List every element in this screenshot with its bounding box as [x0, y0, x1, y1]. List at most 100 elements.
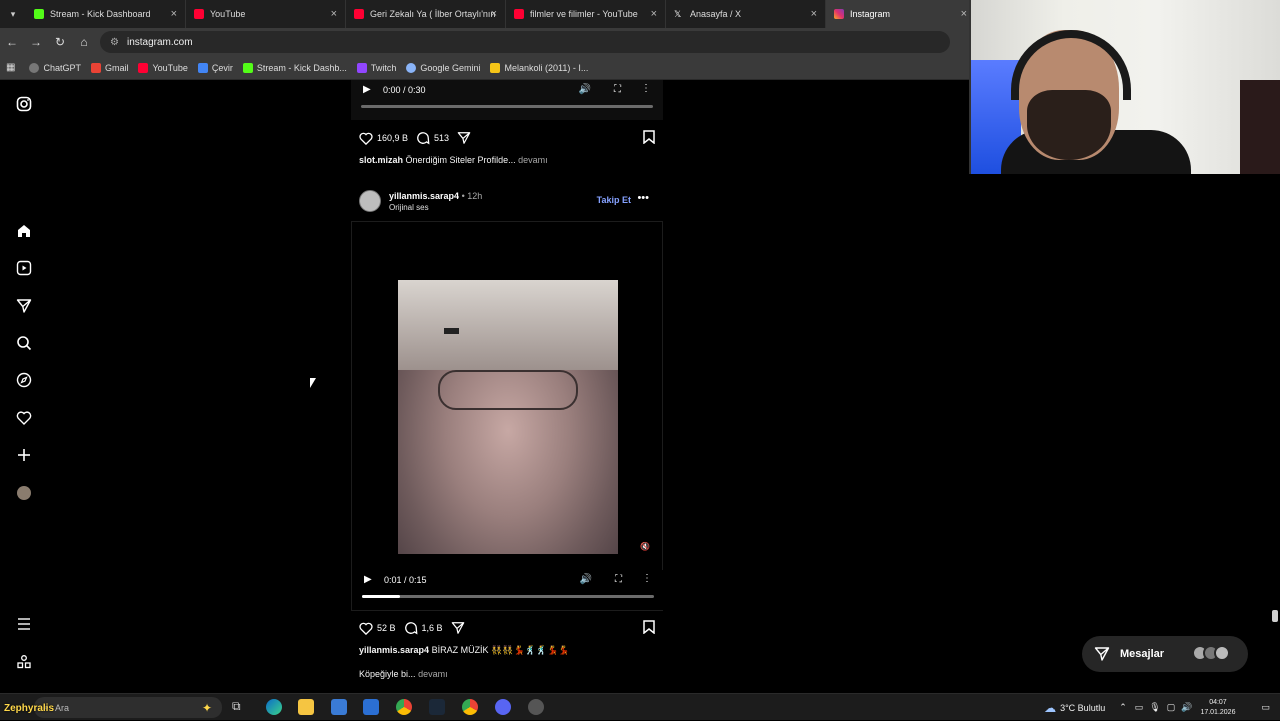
create-plus-icon[interactable]	[14, 445, 34, 465]
scroll-thumb[interactable]	[1272, 610, 1278, 622]
chrome-icon[interactable]	[396, 699, 412, 715]
close-icon[interactable]: ×	[491, 8, 497, 20]
network-icon[interactable]: ▢	[1167, 702, 1176, 713]
close-icon[interactable]: ×	[171, 8, 177, 20]
instagram-logo-icon[interactable]	[14, 94, 34, 114]
caption-username[interactable]: slot.mizah	[359, 155, 403, 165]
bookmark-kick[interactable]: Stream - Kick Dashb...	[242, 62, 347, 73]
steam-icon[interactable]	[429, 699, 445, 715]
reload-button[interactable]: ↻	[48, 30, 72, 54]
play-icon[interactable]: ▶	[364, 574, 372, 585]
comment-icon	[417, 132, 430, 145]
tab-search-button[interactable]: ▾	[0, 0, 26, 28]
tab-youtube-video[interactable]: Geri Zekalı Ya ( İlber Ortaylı'nın ×	[346, 0, 506, 28]
close-icon[interactable]: ×	[651, 8, 657, 20]
explore-icon[interactable]	[14, 370, 34, 390]
tab-youtube-search[interactable]: filmler ve filimler - YouTube ×	[506, 0, 666, 28]
notification-icon[interactable]: ▭	[1261, 702, 1270, 713]
apps-icon[interactable]: ▦	[6, 62, 15, 73]
profile-avatar[interactable]	[14, 483, 34, 503]
menu-icon[interactable]	[14, 614, 34, 634]
task-view-icon[interactable]: ⧉	[232, 699, 248, 715]
volume-icon[interactable]: 🔊	[580, 574, 592, 585]
close-icon[interactable]: ×	[331, 8, 337, 20]
search-icon[interactable]	[14, 333, 34, 353]
fullscreen-icon[interactable]: ⛶	[614, 84, 621, 95]
mic-icon[interactable]: 🎙	[1149, 702, 1160, 713]
bookmark-label: Gmail	[104, 62, 129, 73]
follow-button[interactable]: Takip Et	[597, 195, 631, 205]
more-options-icon[interactable]: ⋮	[641, 83, 651, 94]
heart-icon	[359, 622, 373, 635]
caption-username[interactable]: yillanmis.sarap4	[359, 645, 429, 655]
tab-youtube[interactable]: YouTube ×	[186, 0, 346, 28]
bookmark-label: YouTube	[152, 62, 188, 73]
notifications-heart-icon[interactable]	[14, 408, 34, 428]
bookmark-translate[interactable]: Çevir	[197, 62, 233, 73]
battery-icon[interactable]: ▭	[1135, 702, 1144, 713]
speaker-icon[interactable]: 🔊	[1181, 702, 1192, 713]
bookmark-twitch[interactable]: Twitch	[356, 62, 396, 73]
discord-icon[interactable]	[495, 699, 511, 715]
chrome-profile-icon[interactable]	[462, 699, 478, 715]
twitch-icon	[356, 62, 367, 73]
share-icon	[451, 622, 464, 634]
comment-button[interactable]: 1,6 B	[404, 621, 443, 635]
more-link[interactable]: devamı	[518, 155, 548, 165]
chevron-up-icon[interactable]: ⌃	[1119, 702, 1127, 713]
reels-icon[interactable]	[14, 258, 34, 278]
site-info-icon[interactable]: ⚙	[110, 37, 119, 48]
tab-label: filmler ve filimler - YouTube	[530, 9, 638, 19]
comment-count: 513	[434, 133, 450, 143]
direct-message-icon[interactable]	[14, 296, 34, 316]
close-icon[interactable]: ×	[811, 8, 817, 20]
bookmark-imdb[interactable]: Melankoli (2011) - I...	[490, 62, 589, 73]
video-progress[interactable]	[361, 105, 653, 108]
home-button[interactable]: ⌂	[72, 30, 96, 54]
file-explorer-icon[interactable]	[298, 699, 314, 715]
messages-button[interactable]: Mesajlar	[1082, 636, 1248, 672]
tab-x[interactable]: 𝕏 Anasayfa / X ×	[666, 0, 826, 28]
bookmark-label: Melankoli (2011) - I...	[504, 62, 589, 73]
comment-button[interactable]: 513	[416, 131, 449, 145]
share-button[interactable]	[457, 131, 475, 145]
taskbar-search[interactable]: ⌕ Ara ✦	[34, 697, 222, 718]
volume-icon[interactable]: 🔊	[579, 84, 591, 95]
save-button[interactable]	[643, 620, 659, 636]
mute-icon[interactable]: 🔇	[640, 542, 650, 551]
video-progress[interactable]	[362, 595, 654, 598]
webcam-headphones	[1011, 30, 1131, 100]
tab-kick[interactable]: Stream - Kick Dashboard ×	[26, 0, 186, 28]
avatar[interactable]	[359, 190, 381, 212]
audio-label[interactable]: Orijinal ses	[389, 203, 429, 212]
home-icon[interactable]	[14, 221, 34, 241]
back-button[interactable]: ←	[0, 30, 24, 54]
like-button[interactable]: 52 B	[359, 622, 396, 635]
bookmark-chatgpt[interactable]: ChatGPT	[29, 62, 81, 73]
bookmark-gemini[interactable]: Google Gemini	[406, 62, 480, 73]
address-bar[interactable]: ⚙ instagram.com	[100, 31, 950, 53]
bookmark-gmail[interactable]: Gmail	[90, 62, 129, 73]
play-icon[interactable]: ▶	[363, 84, 371, 95]
more-options-icon[interactable]: ⋮	[642, 573, 652, 584]
weather-text[interactable]: 3°C Bulutlu	[1060, 703, 1105, 713]
mail-icon[interactable]	[363, 699, 379, 715]
tab-label: Stream - Kick Dashboard	[50, 9, 151, 19]
also-from-meta-icon[interactable]	[14, 652, 34, 672]
post-username[interactable]: yillanmis.sarap4 • 12h	[389, 191, 482, 201]
like-button[interactable]: 160,9 B	[359, 132, 408, 145]
save-button[interactable]	[643, 130, 659, 146]
post-options-icon[interactable]: •••	[637, 192, 649, 204]
store-icon[interactable]	[331, 699, 347, 715]
edge-icon[interactable]	[266, 699, 282, 715]
taskbar-clock[interactable]: 04:07 17.01.2026	[1200, 698, 1235, 718]
more-link[interactable]: devamı	[418, 669, 448, 679]
video-player[interactable]: 🔇 ▶ 0:01 / 0:15 🔊 ⛶ ⋮	[351, 221, 664, 611]
app-icon[interactable]	[528, 699, 544, 715]
forward-button[interactable]: →	[24, 30, 48, 54]
share-button[interactable]	[451, 621, 469, 635]
bookmark-youtube[interactable]: YouTube	[138, 62, 188, 73]
tab-instagram[interactable]: Instagram ×	[826, 0, 976, 28]
fullscreen-icon[interactable]: ⛶	[615, 574, 622, 585]
close-icon[interactable]: ×	[961, 8, 967, 20]
